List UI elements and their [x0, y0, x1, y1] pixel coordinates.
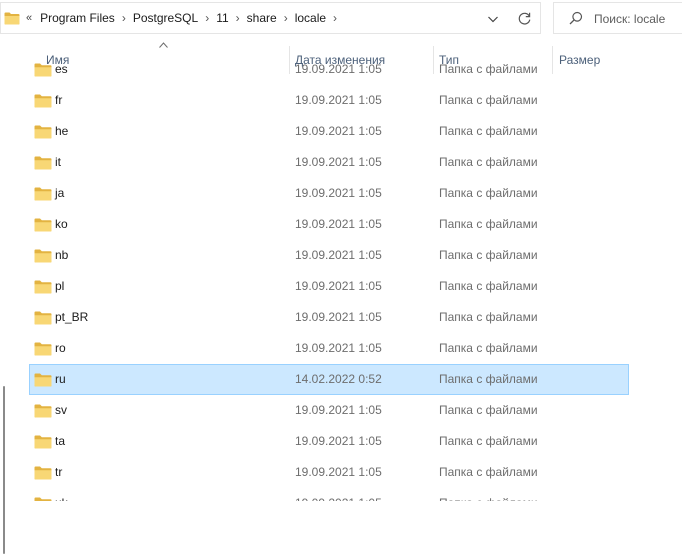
search-input[interactable] — [594, 9, 682, 29]
list-item[interactable]: pt_BR 19.09.2021 1:05 Папка с файлами — [29, 302, 629, 333]
list-item[interactable]: tr 19.09.2021 1:05 Папка с файлами — [29, 457, 629, 488]
file-name: ko — [55, 217, 68, 231]
chevron-right-icon[interactable]: › — [333, 11, 337, 25]
file-date: 19.09.2021 1:05 — [295, 465, 382, 479]
folder-icon — [34, 373, 52, 387]
file-name: ro — [55, 341, 66, 355]
file-name: he — [55, 124, 69, 138]
file-name: fr — [55, 93, 63, 107]
file-type: Папка с файлами — [439, 248, 538, 262]
file-type: Папка с файлами — [439, 124, 538, 138]
search-box[interactable] — [553, 2, 682, 34]
breadcrumb: « Program Files › PostgreSQL › 11 › shar… — [26, 3, 342, 33]
file-name: pt_BR — [55, 310, 89, 324]
list-item[interactable]: ro 19.09.2021 1:05 Папка с файлами — [29, 333, 629, 364]
folder-icon — [34, 218, 52, 232]
file-type: Папка с файлами — [439, 465, 538, 479]
breadcrumb-item-11[interactable]: 11 — [214, 11, 230, 25]
list-item[interactable]: nb 19.09.2021 1:05 Папка с файлами — [29, 240, 629, 271]
file-name: it — [55, 155, 61, 169]
file-name: uk — [55, 489, 68, 501]
file-name: ja — [55, 186, 65, 200]
column-type[interactable]: Тип — [433, 46, 552, 74]
refresh-icon[interactable] — [517, 11, 532, 26]
list-item[interactable]: ja 19.09.2021 1:05 Папка с файлами — [29, 178, 629, 209]
breadcrumb-overflow[interactable]: « — [26, 12, 32, 24]
column-header: Имя Дата изменения Тип Размер — [0, 46, 682, 74]
folder-icon — [34, 404, 52, 418]
column-size[interactable]: Размер — [553, 46, 682, 74]
search-icon — [569, 11, 583, 25]
folder-icon — [34, 311, 52, 325]
folder-icon — [34, 94, 52, 108]
folder-icon — [34, 342, 52, 356]
folder-icon — [34, 435, 52, 449]
file-date: 19.09.2021 1:05 — [295, 186, 382, 200]
file-type: Папка с файлами — [439, 489, 538, 501]
chevron-right-icon[interactable]: › — [284, 11, 288, 25]
file-name: sv — [55, 403, 67, 417]
chevron-right-icon[interactable]: › — [236, 11, 240, 25]
folder-icon — [34, 249, 52, 263]
file-type: Папка с файлами — [439, 372, 538, 386]
file-date: 19.09.2021 1:05 — [295, 93, 382, 107]
file-type: Папка с файлами — [439, 186, 538, 200]
file-type: Папка с файлами — [439, 434, 538, 448]
list-item[interactable]: fr 19.09.2021 1:05 Папка с файлами — [29, 85, 629, 116]
list-item[interactable]: he 19.09.2021 1:05 Папка с файлами — [29, 116, 629, 147]
list-item[interactable]: ta 19.09.2021 1:05 Папка с файлами — [29, 426, 629, 457]
file-type: Папка с файлами — [439, 217, 538, 231]
chevron-down-icon[interactable] — [486, 12, 500, 26]
chevron-right-icon[interactable]: › — [205, 11, 209, 25]
file-date: 19.09.2021 1:05 — [295, 403, 382, 417]
folder-icon — [34, 125, 52, 139]
folder-icon — [34, 466, 52, 480]
breadcrumb-item-locale[interactable]: locale — [293, 11, 328, 25]
folder-icon — [34, 187, 52, 201]
file-name: tr — [55, 465, 63, 479]
file-date: 19.09.2021 1:05 — [295, 310, 382, 324]
breadcrumb-item-program-files[interactable]: Program Files — [38, 11, 117, 25]
list-item[interactable]: it 19.09.2021 1:05 Папка с файлами — [29, 147, 629, 178]
file-date: 19.09.2021 1:05 — [295, 217, 382, 231]
file-date: 14.02.2022 0:52 — [295, 372, 382, 386]
list-item[interactable]: ru 14.02.2022 0:52 Папка с файлами — [29, 364, 629, 395]
scrollbar-thumb[interactable] — [3, 386, 5, 554]
scrollbar[interactable] — [0, 56, 8, 554]
file-date: 19.09.2021 1:05 — [295, 434, 382, 448]
file-date: 19.09.2021 1:05 — [295, 155, 382, 169]
chevron-right-icon[interactable]: › — [122, 11, 126, 25]
file-type: Папка с файлами — [439, 403, 538, 417]
list-item[interactable]: pl 19.09.2021 1:05 Папка с файлами — [29, 271, 629, 302]
file-date: 19.09.2021 1:05 — [295, 248, 382, 262]
address-bar[interactable]: « Program Files › PostgreSQL › 11 › shar… — [0, 2, 541, 34]
file-type: Папка с файлами — [439, 310, 538, 324]
folder-icon — [34, 280, 52, 294]
list-item[interactable]: sv 19.09.2021 1:05 Папка с файлами — [29, 395, 629, 426]
file-name: nb — [55, 248, 69, 262]
file-date: 19.09.2021 1:05 — [295, 124, 382, 138]
file-list: es 19.09.2021 1:05 Папка с файлами fr 19.09.… — [0, 56, 682, 501]
file-type: Папка с файлами — [439, 341, 538, 355]
column-date[interactable]: Дата изменения — [289, 46, 433, 74]
folder-icon — [4, 12, 20, 25]
breadcrumb-item-share[interactable]: share — [245, 11, 279, 25]
file-type: Папка с файлами — [439, 279, 538, 293]
file-date: 19.09.2021 1:05 — [295, 489, 382, 501]
file-type: Папка с файлами — [439, 155, 538, 169]
file-name: pl — [55, 279, 65, 293]
file-name: ru — [55, 372, 66, 386]
list-item[interactable]: uk 19.09.2021 1:05 Папка с файлами — [29, 488, 629, 501]
folder-icon — [34, 156, 52, 170]
file-type: Папка с файлами — [439, 93, 538, 107]
folder-icon — [34, 497, 52, 501]
column-name[interactable]: Имя — [40, 46, 289, 74]
file-date: 19.09.2021 1:05 — [295, 279, 382, 293]
file-name: ta — [55, 434, 66, 448]
file-date: 19.09.2021 1:05 — [295, 341, 382, 355]
list-item[interactable]: ko 19.09.2021 1:05 Папка с файлами — [29, 209, 629, 240]
breadcrumb-item-postgresql[interactable]: PostgreSQL — [131, 11, 200, 25]
